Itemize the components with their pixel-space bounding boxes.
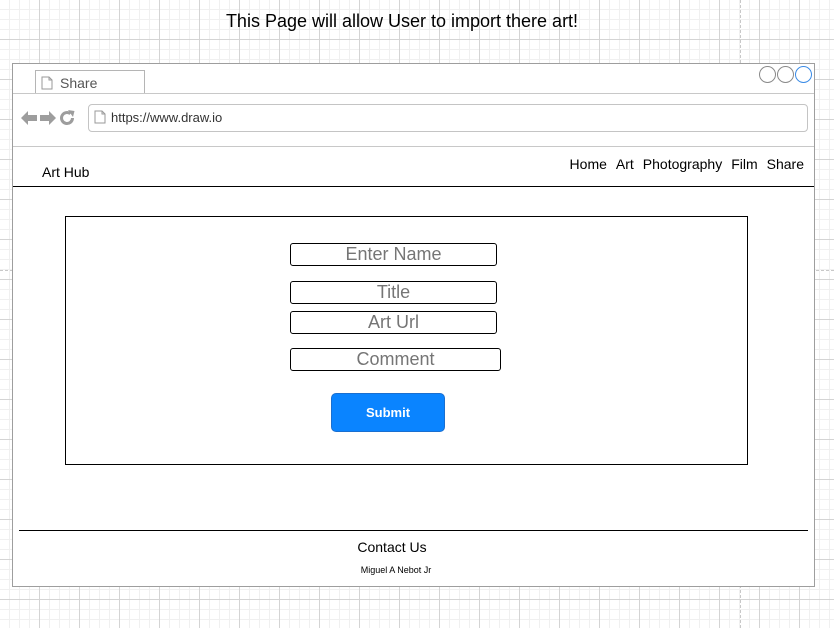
- upload-form: Submit: [65, 216, 748, 465]
- header-divider: [13, 186, 814, 187]
- title-field[interactable]: [290, 281, 497, 304]
- window-circle-icon[interactable]: [759, 66, 776, 83]
- nav-link-film[interactable]: Film: [731, 156, 757, 172]
- nav-link-share[interactable]: Share: [767, 156, 804, 172]
- art-url-field[interactable]: [290, 311, 497, 334]
- forward-arrow-icon[interactable]: [39, 110, 57, 131]
- nav-link-art[interactable]: Art: [616, 156, 634, 172]
- page-caption: This Page will allow User to import ther…: [225, 11, 579, 31]
- footer-divider: [19, 530, 808, 531]
- window-circle-icon[interactable]: [777, 66, 794, 83]
- reload-icon[interactable]: [58, 109, 76, 132]
- page-icon: [94, 110, 106, 129]
- comment-field[interactable]: [290, 348, 501, 371]
- nav-link-home[interactable]: Home: [570, 156, 607, 172]
- footer-contact-link[interactable]: Contact Us: [13, 539, 771, 555]
- window-circle-icon[interactable]: [795, 66, 812, 83]
- tab-label: Share: [60, 75, 98, 91]
- browser-chrome-divider: [13, 146, 814, 147]
- footer-credit: Miguel A Nebot Jr: [360, 565, 432, 575]
- name-field[interactable]: [290, 243, 497, 266]
- address-bar[interactable]: https://www.draw.io: [88, 104, 808, 132]
- nav-link-photography[interactable]: Photography: [643, 156, 722, 172]
- browser-tab[interactable]: Share: [35, 70, 145, 94]
- submit-button[interactable]: Submit: [331, 393, 445, 432]
- site-brand[interactable]: Art Hub: [42, 164, 89, 180]
- window-controls: [759, 66, 812, 83]
- browser-window: Share https://www.draw.io Art Hub Home A…: [12, 63, 815, 587]
- site-nav: Home Art Photography Film Share: [570, 156, 804, 172]
- navigation-buttons: [20, 109, 76, 132]
- tab-strip-divider: [13, 93, 814, 94]
- back-arrow-icon[interactable]: [20, 110, 38, 131]
- url-text: https://www.draw.io: [111, 110, 223, 125]
